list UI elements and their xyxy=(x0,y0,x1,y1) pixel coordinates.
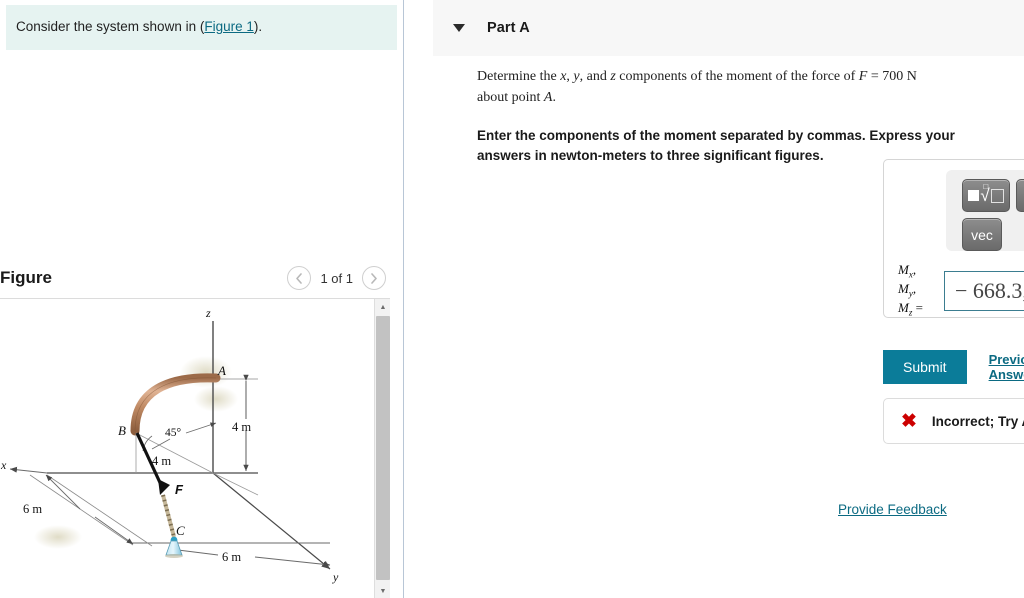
x-cross-icon: ✖ xyxy=(901,410,917,432)
question-text-pre: Determine the xyxy=(477,69,561,84)
provide-feedback-link[interactable]: Provide Feedback xyxy=(838,502,947,517)
svg-text:C: C xyxy=(176,523,185,538)
submit-button[interactable]: Submit xyxy=(883,350,967,384)
scroll-up-arrow-icon[interactable]: ▲ xyxy=(375,299,390,315)
chevron-left-icon[interactable] xyxy=(287,266,312,290)
moment-components-label: Mx, My, Mz = xyxy=(898,262,944,319)
svg-text:45°: 45° xyxy=(165,427,182,439)
previous-answers-link[interactable]: Previous Answers xyxy=(989,352,1024,382)
greek-symbols-button[interactable]: ΑΣφ xyxy=(1016,179,1024,212)
problem-statement-suffix: ). xyxy=(253,19,263,34)
question-text-post: components of the moment of the force of xyxy=(615,69,859,84)
svg-text:6 m: 6 m xyxy=(23,502,42,516)
figure-page-count: 1 of 1 xyxy=(320,270,353,286)
feedback-message: Incorrect; Try Again; 2 attempts remaini… xyxy=(931,413,1024,429)
sqrt-template-button[interactable]: □ √ xyxy=(962,179,1010,212)
svg-text:y: y xyxy=(332,570,339,584)
figure-panel-title: Figure xyxy=(0,268,52,287)
svg-text:x: x xyxy=(0,458,7,472)
chevron-right-icon[interactable] xyxy=(362,266,386,290)
question-text-about: about point xyxy=(477,90,544,105)
part-a-header[interactable]: Part A xyxy=(433,0,1024,56)
svg-text:F: F xyxy=(175,482,184,497)
sqrt-slot xyxy=(990,188,1004,203)
svg-text:4 m: 4 m xyxy=(232,420,251,434)
figure-pager: 1 of 1 xyxy=(287,266,386,290)
question-unit-newton: N xyxy=(906,69,917,84)
figure-diagram: z x y 6 m 6 m 4 m A B 45° 4 m F C xyxy=(0,299,374,598)
question-period: . xyxy=(552,90,556,105)
question-text-mid: , and xyxy=(579,69,611,84)
question-text: Determine the x, y, and z components of … xyxy=(477,66,1017,108)
figure-scrollbar[interactable]: ▲ ▼ xyxy=(374,299,390,598)
problem-statement-banner: Consider the system shown in (Figure 1). xyxy=(6,5,397,51)
question-force-value: = 700 xyxy=(867,69,907,84)
left-panel: Consider the system shown in (Figure 1).… xyxy=(0,0,404,598)
question-body: Determine the x, y, and z components of … xyxy=(477,66,1017,165)
problem-statement-prefix: Consider the system shown in ( xyxy=(16,19,205,34)
radical-icon: □ √ xyxy=(980,181,990,205)
answer-panel: □√ ΑΣφ ⇅ vec xyxy=(883,159,1024,318)
svg-text:4 m: 4 m xyxy=(152,454,171,468)
scrollbar-thumb[interactable] xyxy=(376,316,390,580)
figure-1-link[interactable]: Figure 1 xyxy=(204,19,254,34)
scroll-down-arrow-icon[interactable]: ▼ xyxy=(375,583,390,598)
svg-text:z: z xyxy=(205,306,211,320)
label-mx: Mx, xyxy=(898,262,917,280)
vector-button[interactable]: vec xyxy=(962,218,1002,251)
svg-text:A: A xyxy=(217,363,226,378)
submit-row: Submit Previous Answers Request Answer xyxy=(883,350,1024,384)
figure-header: Figure 1 of 1 xyxy=(0,258,403,298)
chevron-down-icon[interactable] xyxy=(453,24,465,32)
answer-input[interactable] xyxy=(944,270,1024,311)
figure-viewport: z x y 6 m 6 m 4 m A B 45° 4 m F C ▲ ▼ xyxy=(0,298,390,598)
instruction-line-2: answers in newton-meters to three signif… xyxy=(477,147,824,163)
svg-text:B: B xyxy=(118,423,126,438)
footer-row: Provide Feedback Next ❯ xyxy=(838,492,1024,526)
instruction-line-1: Enter the components of the moment separ… xyxy=(477,128,955,143)
page-root: Consider the system shown in (Figure 1).… xyxy=(0,0,1024,598)
label-mz: Mz = xyxy=(898,300,923,318)
part-a-title: Part A xyxy=(487,20,530,36)
math-toolbar: □√ ΑΣφ ⇅ vec xyxy=(946,170,1024,251)
svg-text:6 m: 6 m xyxy=(222,550,241,564)
feedback-box: ✖ Incorrect; Try Again; 2 attempts remai… xyxy=(883,398,1024,444)
sqrt-operand-box xyxy=(968,190,980,201)
answer-row: Mx, My, Mz = N · m xyxy=(898,262,1024,319)
right-panel: Part A Determine the x, y, and z compone… xyxy=(405,0,1024,598)
label-my: My, xyxy=(898,281,917,299)
